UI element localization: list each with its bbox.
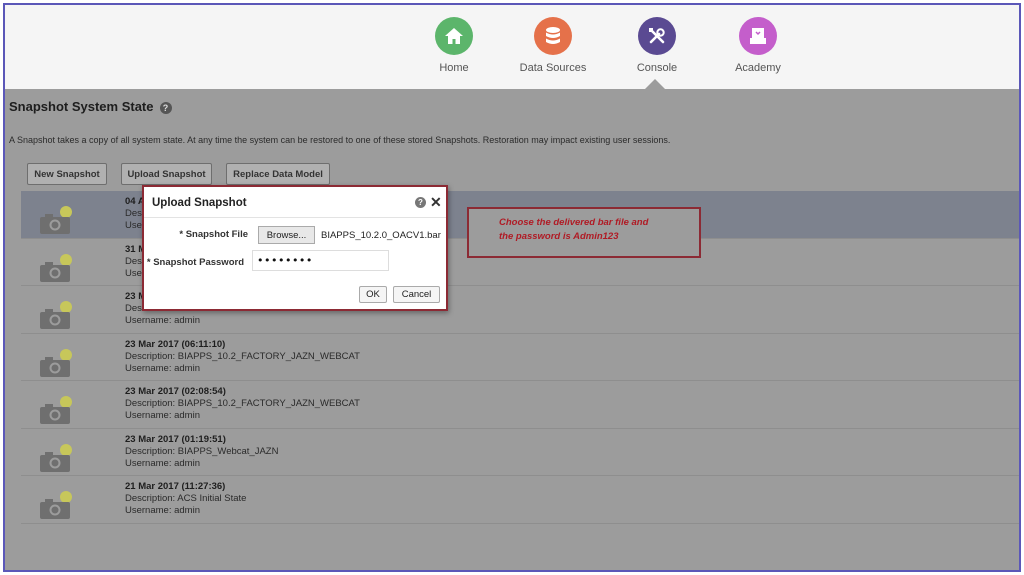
camera-icon — [39, 253, 73, 288]
snapshot-row[interactable]: 23 Mar 2017 (01:19:51) Description: BIAP… — [21, 429, 1019, 478]
camera-icon — [39, 490, 73, 525]
help-icon[interactable]: ? — [159, 101, 172, 114]
camera-icon — [39, 205, 73, 240]
replace-data-model-button[interactable]: Replace Data Model — [226, 163, 330, 185]
password-field[interactable]: •••••••• — [252, 250, 389, 271]
database-icon — [534, 17, 572, 55]
nav-home-label: Home — [439, 62, 469, 74]
snapshot-file-label: * Snapshot File — [179, 229, 248, 240]
snapshot-info: 23 Mar 2017 (01:19:51) Description: BIAP… — [125, 434, 278, 470]
snapshot-info: 23 Mar 2017 (06:11:10) Description: BIAP… — [125, 339, 360, 375]
snapshot-row[interactable]: 21 Mar 2017 (11:27:36) Description: ACS … — [21, 476, 1019, 524]
snapshot-description: Description: BIAPPS_10.2_FACTORY_JAZN_WE… — [125, 398, 360, 409]
dialog-help-icon[interactable]: ? — [415, 197, 426, 208]
nav-data-sources-label: Data Sources — [519, 62, 587, 74]
nav-home[interactable]: Home — [399, 17, 509, 74]
dialog-title: Upload Snapshot — [152, 197, 247, 209]
snapshot-date: 23 Mar 2017 (06:11:10) — [125, 338, 226, 350]
academy-icon — [739, 17, 777, 55]
nav-console[interactable]: Console — [602, 17, 712, 74]
snapshot-username: Username: admin — [125, 362, 200, 374]
snapshot-info: 23 Mar 2017 (02:08:54) Description: BIAP… — [125, 386, 360, 422]
dialog-divider — [144, 217, 446, 218]
snapshot-description: Description: BIAPPS_Webcat_JAZN — [125, 445, 279, 457]
snapshot-description: Description: BIAPPS_10.2_FACTORY_JAZN_WE… — [125, 350, 360, 362]
snapshot-username: Username: admin — [125, 505, 200, 516]
instruction-callout: Choose the delivered bar file and the pa… — [467, 207, 701, 258]
nav-console-label: Console — [636, 62, 678, 74]
close-icon[interactable]: ✕ — [430, 194, 442, 211]
snapshot-username: Username: admin — [125, 457, 200, 469]
new-snapshot-button[interactable]: New Snapshot — [27, 163, 107, 185]
snapshot-date: 23 Mar 2017 (02:08:54) — [125, 386, 226, 397]
snapshot-date: 23 Mar 2017 (01:19:51) — [125, 433, 226, 445]
home-icon — [435, 17, 473, 55]
callout-line-2: the password is Admin123 — [499, 231, 619, 242]
camera-icon — [39, 300, 73, 335]
nav-academy[interactable]: Academy — [703, 17, 813, 74]
page-description: A Snapshot takes a copy of all system st… — [9, 135, 671, 145]
page-title: Snapshot System State? — [9, 99, 172, 114]
snapshot-info: 21 Mar 2017 (11:27:36) Description: ACS … — [125, 481, 246, 517]
snapshot-password-label: * Snapshot Password — [146, 257, 244, 268]
nav-academy-label: Academy — [735, 62, 781, 74]
upload-snapshot-dialog: Upload Snapshot ? ✕ * Snapshot File Brow… — [142, 185, 448, 311]
snapshot-row[interactable]: 23 Mar 2017 (02:08:54) Description: BIAP… — [21, 381, 1019, 429]
snapshot-username: Username: admin — [125, 410, 200, 421]
snapshot-date: 21 Mar 2017 (11:27:36) — [125, 481, 226, 492]
nav-data-sources[interactable]: Data Sources — [498, 17, 608, 74]
camera-icon — [39, 443, 73, 478]
snapshot-description: Description: ACS Initial State — [125, 493, 247, 504]
top-nav: Home Data Sources Console Academy — [5, 5, 1019, 89]
snapshot-row[interactable]: 23 Mar 2017 (06:11:10) Description: BIAP… — [21, 334, 1019, 383]
callout-line-1: Choose the delivered bar file and — [499, 217, 649, 228]
camera-icon — [39, 395, 73, 430]
snapshot-username: Username: admin — [125, 315, 200, 326]
upload-snapshot-button[interactable]: Upload Snapshot — [121, 163, 212, 185]
window-frame: Home Data Sources Console Academy Snapsh… — [3, 3, 1021, 572]
main-content: Snapshot System State? A Snapshot takes … — [5, 89, 1019, 570]
browse-button[interactable]: Browse... — [258, 226, 315, 244]
cancel-button[interactable]: Cancel — [393, 286, 440, 303]
ok-button[interactable]: OK — [359, 286, 387, 303]
active-nav-indicator — [645, 79, 665, 89]
tools-icon — [638, 17, 676, 55]
page-title-text: Snapshot System State — [9, 99, 154, 114]
camera-icon — [39, 348, 73, 383]
selected-file-name: BIAPPS_10.2.0_OACV1.bar — [321, 230, 441, 241]
